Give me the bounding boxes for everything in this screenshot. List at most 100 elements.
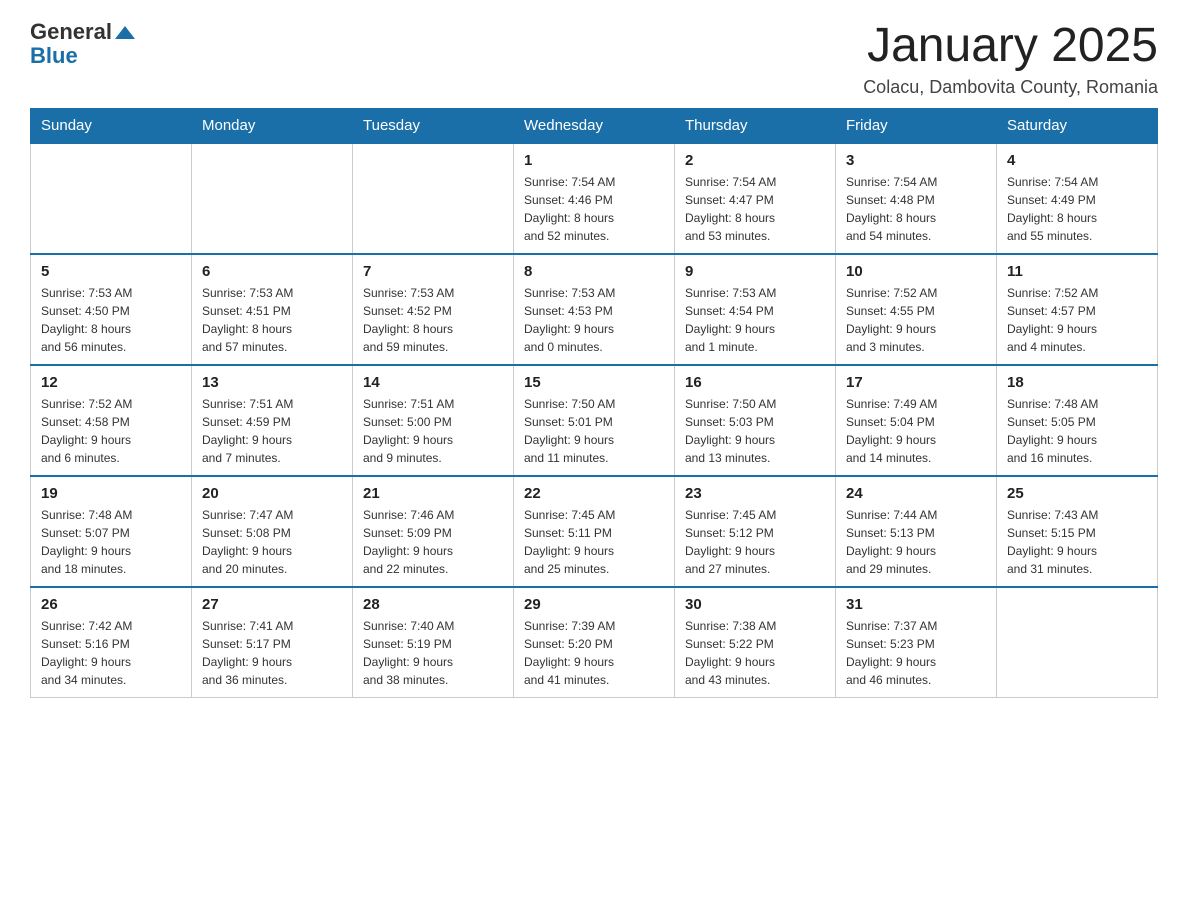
calendar-cell: 2 Sunrise: 7:54 AM Sunset: 4:47 PM Daylig…	[675, 143, 836, 254]
calendar-week-row: 1Sunrise: 7:54 AM Sunset: 4:46 PM Daylig…	[31, 143, 1158, 254]
calendar-cell: 18 Sunrise: 7:48 AM Sunset: 5:05 PM Dayli…	[997, 365, 1158, 476]
day-number: 14	[363, 374, 503, 391]
day-number: 20	[202, 485, 342, 502]
weekday-header-wednesday: Wednesday	[514, 108, 675, 143]
day-number: 23	[685, 485, 825, 502]
weekday-header-sunday: Sunday	[31, 108, 192, 143]
calendar-cell	[31, 143, 192, 254]
calendar-cell: 3Sunrise: 7:54 AM Sunset: 4:48 PM Daylig…	[836, 143, 997, 254]
calendar-cell: 4 Sunrise: 7:54 AM Sunset: 4:49 PM Daylig…	[997, 143, 1158, 254]
day-number: 2	[685, 152, 825, 169]
day-number: 8	[524, 263, 664, 280]
calendar-cell: 21 Sunrise: 7:46 AM Sunset: 5:09 PM Dayli…	[353, 476, 514, 587]
day-info: Sunrise: 7:40 AM Sunset: 5:19 PM Dayligh…	[363, 617, 503, 689]
calendar-cell: 11 Sunrise: 7:52 AM Sunset: 4:57 PM Dayli…	[997, 254, 1158, 365]
day-info: Sunrise: 7:54 AM Sunset: 4:49 PM Dayligh…	[1007, 173, 1147, 245]
calendar-cell: 26Sunrise: 7:42 AM Sunset: 5:16 PM Dayli…	[31, 587, 192, 698]
day-info: Sunrise: 7:45 AM Sunset: 5:12 PM Dayligh…	[685, 506, 825, 578]
calendar-cell: 25 Sunrise: 7:43 AM Sunset: 5:15 PM Dayli…	[997, 476, 1158, 587]
day-info: Sunrise: 7:53 AM Sunset: 4:50 PM Dayligh…	[41, 284, 181, 356]
calendar-cell: 20 Sunrise: 7:47 AM Sunset: 5:08 PM Dayli…	[192, 476, 353, 587]
day-number: 28	[363, 596, 503, 613]
calendar-cell: 5Sunrise: 7:53 AM Sunset: 4:50 PM Daylig…	[31, 254, 192, 365]
calendar-week-row: 26Sunrise: 7:42 AM Sunset: 5:16 PM Dayli…	[31, 587, 1158, 698]
day-number: 3	[846, 152, 986, 169]
day-info: Sunrise: 7:41 AM Sunset: 5:17 PM Dayligh…	[202, 617, 342, 689]
day-number: 7	[363, 263, 503, 280]
day-number: 9	[685, 263, 825, 280]
day-number: 12	[41, 374, 181, 391]
day-info: Sunrise: 7:38 AM Sunset: 5:22 PM Dayligh…	[685, 617, 825, 689]
day-info: Sunrise: 7:52 AM Sunset: 4:58 PM Dayligh…	[41, 395, 181, 467]
day-info: Sunrise: 7:45 AM Sunset: 5:11 PM Dayligh…	[524, 506, 664, 578]
day-info: Sunrise: 7:50 AM Sunset: 5:01 PM Dayligh…	[524, 395, 664, 467]
day-number: 16	[685, 374, 825, 391]
day-info: Sunrise: 7:47 AM Sunset: 5:08 PM Dayligh…	[202, 506, 342, 578]
day-info: Sunrise: 7:52 AM Sunset: 4:57 PM Dayligh…	[1007, 284, 1147, 356]
weekday-header-row: SundayMondayTuesdayWednesdayThursdayFrid…	[31, 108, 1158, 143]
calendar-cell: 22Sunrise: 7:45 AM Sunset: 5:11 PM Dayli…	[514, 476, 675, 587]
day-number: 19	[41, 485, 181, 502]
day-number: 25	[1007, 485, 1147, 502]
calendar-cell: 15 Sunrise: 7:50 AM Sunset: 5:01 PM Dayli…	[514, 365, 675, 476]
calendar-cell: 30Sunrise: 7:38 AM Sunset: 5:22 PM Dayli…	[675, 587, 836, 698]
day-info: Sunrise: 7:42 AM Sunset: 5:16 PM Dayligh…	[41, 617, 181, 689]
day-number: 11	[1007, 263, 1147, 280]
calendar-cell: 31Sunrise: 7:37 AM Sunset: 5:23 PM Dayli…	[836, 587, 997, 698]
logo-general: General	[30, 20, 135, 44]
calendar-cell: 6 Sunrise: 7:53 AM Sunset: 4:51 PM Daylig…	[192, 254, 353, 365]
day-info: Sunrise: 7:52 AM Sunset: 4:55 PM Dayligh…	[846, 284, 986, 356]
calendar-cell: 1Sunrise: 7:54 AM Sunset: 4:46 PM Daylig…	[514, 143, 675, 254]
calendar-cell	[353, 143, 514, 254]
weekday-header-tuesday: Tuesday	[353, 108, 514, 143]
calendar-cell: 10 Sunrise: 7:52 AM Sunset: 4:55 PM Dayli…	[836, 254, 997, 365]
day-info: Sunrise: 7:54 AM Sunset: 4:47 PM Dayligh…	[685, 173, 825, 245]
day-info: Sunrise: 7:48 AM Sunset: 5:05 PM Dayligh…	[1007, 395, 1147, 467]
calendar-cell: 16 Sunrise: 7:50 AM Sunset: 5:03 PM Dayli…	[675, 365, 836, 476]
day-number: 24	[846, 485, 986, 502]
day-info: Sunrise: 7:51 AM Sunset: 4:59 PM Dayligh…	[202, 395, 342, 467]
day-info: Sunrise: 7:51 AM Sunset: 5:00 PM Dayligh…	[363, 395, 503, 467]
day-number: 18	[1007, 374, 1147, 391]
day-info: Sunrise: 7:44 AM Sunset: 5:13 PM Dayligh…	[846, 506, 986, 578]
calendar-cell: 17Sunrise: 7:49 AM Sunset: 5:04 PM Dayli…	[836, 365, 997, 476]
weekday-header-thursday: Thursday	[675, 108, 836, 143]
calendar-cell: 8 Sunrise: 7:53 AM Sunset: 4:53 PM Daylig…	[514, 254, 675, 365]
day-info: Sunrise: 7:53 AM Sunset: 4:51 PM Dayligh…	[202, 284, 342, 356]
calendar-cell: 28 Sunrise: 7:40 AM Sunset: 5:19 PM Dayli…	[353, 587, 514, 698]
day-info: Sunrise: 7:53 AM Sunset: 4:53 PM Dayligh…	[524, 284, 664, 356]
calendar-cell: 14 Sunrise: 7:51 AM Sunset: 5:00 PM Dayli…	[353, 365, 514, 476]
logo-blue: Blue	[30, 44, 135, 68]
day-number: 21	[363, 485, 503, 502]
day-number: 4	[1007, 152, 1147, 169]
day-number: 29	[524, 596, 664, 613]
calendar-title: January 2025	[863, 20, 1158, 73]
day-info: Sunrise: 7:53 AM Sunset: 4:54 PM Dayligh…	[685, 284, 825, 356]
day-number: 27	[202, 596, 342, 613]
page-header: General Blue January 2025 Colacu, Dambov…	[30, 20, 1158, 98]
calendar-subtitle: Colacu, Dambovita County, Romania	[863, 77, 1158, 98]
day-info: Sunrise: 7:46 AM Sunset: 5:09 PM Dayligh…	[363, 506, 503, 578]
day-number: 1	[524, 152, 664, 169]
day-info: Sunrise: 7:37 AM Sunset: 5:23 PM Dayligh…	[846, 617, 986, 689]
calendar-cell: 29 Sunrise: 7:39 AM Sunset: 5:20 PM Dayli…	[514, 587, 675, 698]
day-number: 10	[846, 263, 986, 280]
logo: General Blue	[30, 20, 135, 68]
title-section: January 2025 Colacu, Dambovita County, R…	[863, 20, 1158, 98]
calendar-cell: 27 Sunrise: 7:41 AM Sunset: 5:17 PM Dayli…	[192, 587, 353, 698]
day-number: 13	[202, 374, 342, 391]
weekday-header-friday: Friday	[836, 108, 997, 143]
day-number: 6	[202, 263, 342, 280]
calendar-cell: 7Sunrise: 7:53 AM Sunset: 4:52 PM Daylig…	[353, 254, 514, 365]
calendar-week-row: 19Sunrise: 7:48 AM Sunset: 5:07 PM Dayli…	[31, 476, 1158, 587]
calendar-cell: 19Sunrise: 7:48 AM Sunset: 5:07 PM Dayli…	[31, 476, 192, 587]
calendar-cell: 9 Sunrise: 7:53 AM Sunset: 4:54 PM Daylig…	[675, 254, 836, 365]
day-number: 15	[524, 374, 664, 391]
day-info: Sunrise: 7:50 AM Sunset: 5:03 PM Dayligh…	[685, 395, 825, 467]
calendar-cell	[192, 143, 353, 254]
day-info: Sunrise: 7:49 AM Sunset: 5:04 PM Dayligh…	[846, 395, 986, 467]
day-info: Sunrise: 7:43 AM Sunset: 5:15 PM Dayligh…	[1007, 506, 1147, 578]
calendar-cell	[997, 587, 1158, 698]
day-info: Sunrise: 7:39 AM Sunset: 5:20 PM Dayligh…	[524, 617, 664, 689]
calendar-cell: 12 Sunrise: 7:52 AM Sunset: 4:58 PM Dayli…	[31, 365, 192, 476]
